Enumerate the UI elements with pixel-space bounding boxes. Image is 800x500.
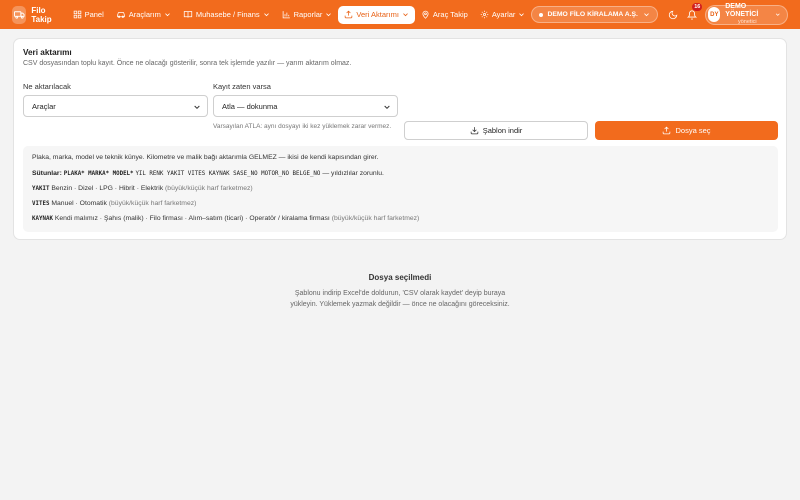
choose-file-label: Dosya seç xyxy=(675,126,711,135)
chevron-down-icon xyxy=(403,13,408,17)
user-menu[interactable]: DY DEMO YÖNETİCİ yönetici xyxy=(705,3,788,25)
chevron-down-icon xyxy=(326,13,332,17)
company-selector[interactable]: DEMO FİLO KİRALAMA A.Ş. xyxy=(531,6,658,23)
empty-state-body: Şablonu indirip Excel'de doldurun, 'CSV … xyxy=(290,290,510,308)
nav-arac-takip[interactable]: Araç Takip xyxy=(415,6,474,24)
theme-toggle-button[interactable] xyxy=(666,6,681,24)
main-nav: Panel Araçlarım Muhasebe / Finans Raporl… xyxy=(67,5,532,24)
nav-ayarlar[interactable]: Ayarlar xyxy=(474,6,532,24)
exists-label: Kayıt zaten varsa xyxy=(213,82,271,91)
source-values: Kendi malımız · Şahıs (malik) · Filo fir… xyxy=(54,215,330,222)
info-columns: Sütunlar: PLAKA* MARKA* MODEL* YIL RENK … xyxy=(32,170,384,177)
notifications-button[interactable]: 16 xyxy=(685,2,703,24)
nav-label: Muhasebe / Finans xyxy=(195,10,260,19)
card-title: Veri aktarımı xyxy=(23,48,72,57)
brand[interactable]: Filo Takip xyxy=(12,5,61,24)
info-fuel: YAKIT Benzin · Dizel · LPG · Hibrit · El… xyxy=(32,185,253,192)
upload-icon xyxy=(345,10,353,19)
download-icon xyxy=(470,127,478,135)
nav-label: Araçlarım xyxy=(128,10,161,19)
brand-name: Filo Takip xyxy=(31,5,52,24)
conflict-mode-select[interactable]: Atla — dokunma xyxy=(213,95,398,117)
info-intro: Plaka, marka, model ve teknik künye. Kil… xyxy=(32,154,379,161)
conflict-mode-value: Atla — dokunma xyxy=(222,101,278,111)
columns-note: — yıldızlılar zorunlu. xyxy=(322,170,384,177)
map-pin-icon xyxy=(422,10,429,19)
fuel-note: (büyük/küçük harf farketmez) xyxy=(165,185,253,192)
nav-araclarim[interactable]: Araçlarım xyxy=(110,6,177,24)
format-info-panel: Plaka, marka, model ve teknik künye. Kil… xyxy=(23,146,778,232)
download-template-label: Şablon indir xyxy=(482,126,523,135)
company-name: DEMO FİLO KİRALAMA A.Ş. xyxy=(547,11,638,18)
nav-label: Veri Aktarımı xyxy=(356,10,399,19)
columns-label: Sütunlar: xyxy=(32,170,62,177)
chevron-down-icon xyxy=(776,13,781,16)
card-subtitle: CSV dosyasından toplu kayıt. Önce ne ola… xyxy=(23,60,352,67)
gear-values: Manuel · Otomatik xyxy=(51,200,107,207)
upload-icon xyxy=(663,126,671,135)
choose-file-button[interactable]: Dosya seç xyxy=(595,121,778,140)
nav-label: Araç Takip xyxy=(432,10,468,19)
status-dot xyxy=(539,12,544,17)
fuel-key: YAKIT xyxy=(32,186,50,192)
info-source: KAYNAK Kendi malımız · Şahıs (malik) · F… xyxy=(32,215,419,222)
top-navbar: Filo Takip Panel Araçlarım Muhasebe / Fi… xyxy=(0,0,800,29)
bell-icon xyxy=(686,9,697,20)
nav-panel[interactable]: Panel xyxy=(67,6,110,24)
columns-required: PLAKA* MARKA* MODEL* xyxy=(63,171,134,177)
notification-count-badge: 16 xyxy=(692,2,703,11)
gear-key: VITES xyxy=(32,201,50,207)
nav-label: Panel xyxy=(84,10,104,19)
moon-icon xyxy=(669,10,678,19)
gear-icon xyxy=(480,10,489,19)
what-label: Ne aktarılacak xyxy=(23,82,71,91)
book-icon xyxy=(183,11,192,18)
info-gear: VITES Manuel · Otomatik (büyük/küçük har… xyxy=(32,200,196,207)
chevron-down-icon xyxy=(644,13,649,17)
chevron-down-icon xyxy=(194,105,200,110)
chevron-down-icon xyxy=(519,13,525,17)
chevron-down-icon xyxy=(164,13,170,17)
chevron-down-icon xyxy=(384,105,390,110)
avatar: DY xyxy=(708,7,721,22)
header-right: DEMO FİLO KİRALAMA A.Ş. 16 DY DEMO YÖNET… xyxy=(531,2,788,25)
home-icon xyxy=(73,10,81,19)
chevron-down-icon xyxy=(263,13,269,17)
source-key: KAYNAK xyxy=(32,216,53,222)
gear-note: (büyük/küçük harf farketmez) xyxy=(108,200,197,207)
nav-muhasebe[interactable]: Muhasebe / Finans xyxy=(177,6,276,24)
nav-label: Ayarlar xyxy=(491,10,516,19)
import-type-value: Araçlar xyxy=(32,101,56,111)
nav-veri-aktarimi[interactable]: Veri Aktarımı xyxy=(338,5,415,24)
columns-optional: YIL RENK YAKIT VITES KAYNAK SASE_NO MOTO… xyxy=(135,171,321,177)
car-icon xyxy=(117,12,125,18)
import-type-select[interactable]: Araçlar xyxy=(23,95,208,117)
source-note: (büyük/küçük harf farketmez) xyxy=(331,215,420,222)
chart-icon xyxy=(282,11,290,19)
conflict-hint: Varsayılan ATLA: aynı dosyayı iki kez yü… xyxy=(213,123,392,130)
empty-state-title: Dosya seçilmedi xyxy=(368,273,432,282)
nav-raporlar[interactable]: Raporlar xyxy=(276,6,339,24)
nav-label: Raporlar xyxy=(293,10,323,19)
user-role: yönetici xyxy=(738,19,757,25)
download-template-button[interactable]: Şablon indir xyxy=(404,121,588,140)
truck-icon xyxy=(12,5,27,24)
fuel-values: Benzin · Dizel · LPG · Hibrit · Elektrik xyxy=(51,185,164,192)
import-card: Veri aktarımı CSV dosyasından toplu kayı… xyxy=(13,38,787,240)
user-name: DEMO YÖNETİCİ xyxy=(725,3,759,18)
